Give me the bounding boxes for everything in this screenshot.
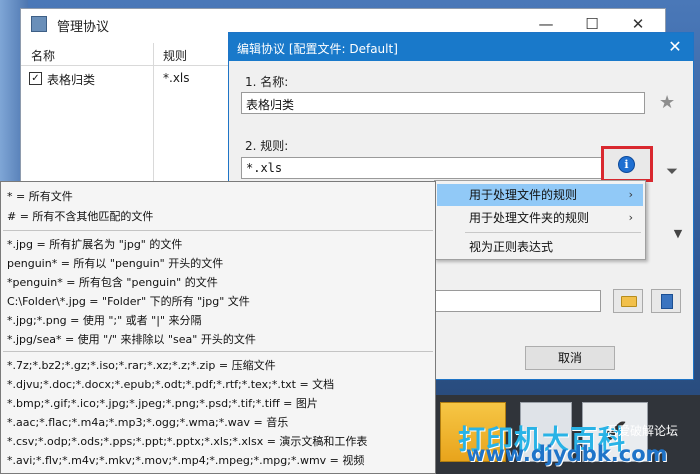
column-header-name[interactable]: 名称 — [31, 47, 55, 64]
destination-input[interactable] — [429, 290, 601, 312]
help-line: *.bmp;*.gif;*.ico;*.jpg;*.jpeg;*.png;*.p… — [7, 397, 318, 410]
rule-label: 2. 规则: — [245, 139, 289, 153]
rule-help-tooltip: * = 所有文件 # = 所有不含其他匹配的文件 *.jpg = 所有扩展名为 … — [0, 181, 436, 474]
menu-separator — [465, 232, 641, 233]
menu-item-label: 用于处理文件夹的规则 — [469, 211, 590, 225]
row-checkbox[interactable]: ✓ — [29, 72, 42, 85]
dialog-titlebar: 编辑协议 [配置文件: Default] ✕ — [229, 33, 693, 61]
help-separator — [3, 230, 433, 231]
dialog-close-button[interactable]: ✕ — [657, 33, 693, 61]
chevron-right-icon: › — [628, 188, 633, 201]
menu-item-file-rules[interactable]: 用于处理文件的规则 › — [437, 184, 643, 206]
help-line: *.aac;*.flac;*.m4a;*.mp3;*.ogg;*.wma;*.w… — [7, 416, 289, 429]
menu-item-folder-rules[interactable]: 用于处理文件夹的规则 › — [437, 207, 643, 229]
watermark-url: www.djydbk.com — [466, 442, 668, 466]
help-line: C:\Folder\*.jpg = "Folder" 下的所有 "jpg" 文件 — [7, 295, 250, 308]
column-header-rule[interactable]: 规则 — [163, 47, 187, 64]
help-line: *.7z;*.bz2;*.gz;*.iso;*.rar;*.xz;*.z;*.z… — [7, 359, 276, 372]
chevron-down-icon[interactable]: ▼ — [669, 223, 687, 245]
bookmark-button[interactable] — [651, 289, 681, 313]
window-title: 管理协议 — [57, 20, 110, 35]
help-line: *.jpg/sea* = 使用 "/" 来排除以 "sea" 开头的文件 — [7, 333, 256, 346]
help-line: *.csv;*.odp;*.ods;*.pps;*.ppt;*.pptx;*.x… — [7, 435, 368, 448]
help-line: *.djvu;*.doc;*.docx;*.epub;*.odt;*.pdf;*… — [7, 378, 335, 391]
chevron-right-icon: › — [628, 211, 633, 224]
help-line: * = 所有文件 — [7, 190, 73, 203]
rule-input[interactable]: *.xls — [241, 157, 603, 179]
menu-item-regex[interactable]: 视为正则表达式 — [437, 236, 643, 258]
help-line: *penguin* = 所有包含 "penguin" 的文件 — [7, 276, 218, 289]
browse-folder-button[interactable] — [613, 289, 643, 313]
help-line: *.jpg = 所有扩展名为 "jpg" 的文件 — [7, 238, 183, 251]
row-name: 表格归类 — [47, 73, 96, 87]
rule-context-menu: 用于处理文件的规则 › 用于处理文件夹的规则 › 视为正则表达式 — [434, 180, 646, 260]
name-label: 1. 名称: — [245, 75, 289, 89]
folder-icon — [621, 296, 637, 307]
dialog-title: 编辑协议 [配置文件: Default] — [237, 42, 398, 56]
watermark-sub: 吾爱破解论坛 — [606, 424, 679, 438]
help-line: *.avi;*.flv;*.m4v;*.mkv;*.mov;*.mp4;*.mp… — [7, 454, 365, 467]
info-icon: i — [618, 156, 635, 173]
site-watermark: 打印机大百科 吾爱破解论坛 www.djydbk.com — [458, 418, 698, 468]
row-rule: *.xls — [163, 71, 190, 85]
name-input[interactable]: 表格归类 — [241, 92, 645, 114]
help-line: penguin* = 所有以 "penguin" 开头的文件 — [7, 257, 224, 270]
filter-icon[interactable]: ⏷ — [661, 160, 683, 182]
help-line: # = 所有不含其他匹配的文件 — [7, 210, 154, 223]
app-icon — [31, 16, 47, 32]
star-icon[interactable]: ★ — [659, 92, 675, 113]
menu-item-label: 视为正则表达式 — [469, 240, 554, 254]
rule-info-button[interactable]: i — [601, 146, 653, 182]
help-separator — [3, 351, 433, 352]
menu-item-label: 用于处理文件的规则 — [469, 188, 578, 202]
book-icon — [661, 294, 673, 309]
cancel-button[interactable]: 取消 — [525, 346, 615, 370]
help-line: *.jpg;*.png = 使用 ";" 或者 "|" 来分隔 — [7, 314, 202, 327]
